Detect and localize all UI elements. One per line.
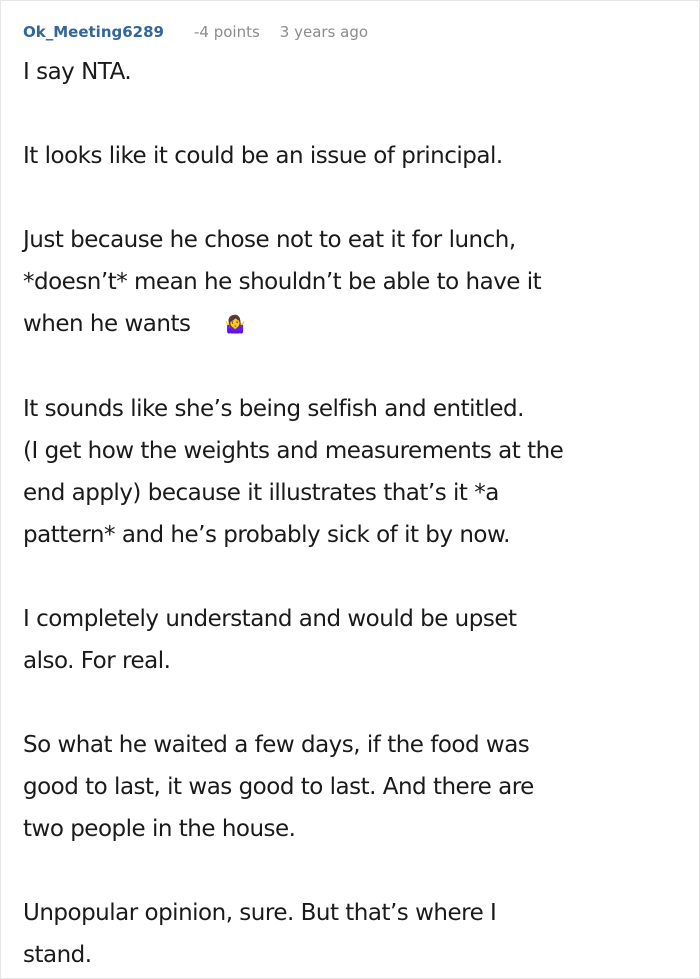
comment-paragraph: So what he waited a few days, if the foo… xyxy=(23,724,683,850)
comment-text-line: So what he waited a few days, if the foo… xyxy=(23,732,530,758)
comment-meta: Ok_Meeting6289 -4 points 3 years ago xyxy=(23,21,368,43)
comment-text-line: *doesn’t* mean he shouldn’t be able to h… xyxy=(23,269,542,295)
comment-text-line: Unpopular opinion, sure. But that’s wher… xyxy=(23,900,497,926)
comment-text-line: (I get how the weights and measurements … xyxy=(23,438,564,464)
comment-text-line: I completely understand and would be ups… xyxy=(23,606,517,632)
comment-paragraph: It looks like it could be an issue of pr… xyxy=(23,135,683,177)
comment-text-line: I say NTA. xyxy=(23,59,132,85)
comment-timestamp: 3 years ago xyxy=(279,23,369,41)
comment-paragraph: Unpopular opinion, sure. But that’s wher… xyxy=(23,892,683,976)
comment-text-segment: when he wants xyxy=(23,311,191,337)
comment-card: Ok_Meeting6289 -4 points 3 years ago I s… xyxy=(0,0,700,979)
comment-body: I say NTA. It looks like it could be an … xyxy=(23,51,683,976)
comment-paragraph: I say NTA. xyxy=(23,51,683,93)
comment-text-line: two people in the house. xyxy=(23,816,296,842)
comment-paragraph: Just because he chose not to eat it for … xyxy=(23,219,683,346)
comment-text-line: It sounds like she’s being selfish and e… xyxy=(23,396,524,422)
author-username-link[interactable]: Ok_Meeting6289 xyxy=(23,23,164,41)
comment-paragraph: It sounds like she’s being selfish and e… xyxy=(23,388,683,556)
vote-score: -4 points xyxy=(193,23,260,41)
comment-text-line: It looks like it could be an issue of pr… xyxy=(23,143,503,169)
comment-paragraph: I completely understand and would be ups… xyxy=(23,598,683,682)
comment-text-line: stand. xyxy=(23,942,92,968)
comment-text-line: good to last, it was good to last. And t… xyxy=(23,774,534,800)
comment-text-line: Just because he chose not to eat it for … xyxy=(23,227,516,253)
comment-text-line: end apply) because it illustrates that’s… xyxy=(23,480,499,506)
comment-text-line: also. For real. xyxy=(23,648,171,674)
comment-text-line: pattern* and he’s probably sick of it by… xyxy=(23,522,511,548)
comment-text-line-with-emoji: when he wants 🤷‍♀️ xyxy=(23,303,683,346)
woman-shrugging-emoji-icon: 🤷‍♀️ xyxy=(224,315,246,335)
